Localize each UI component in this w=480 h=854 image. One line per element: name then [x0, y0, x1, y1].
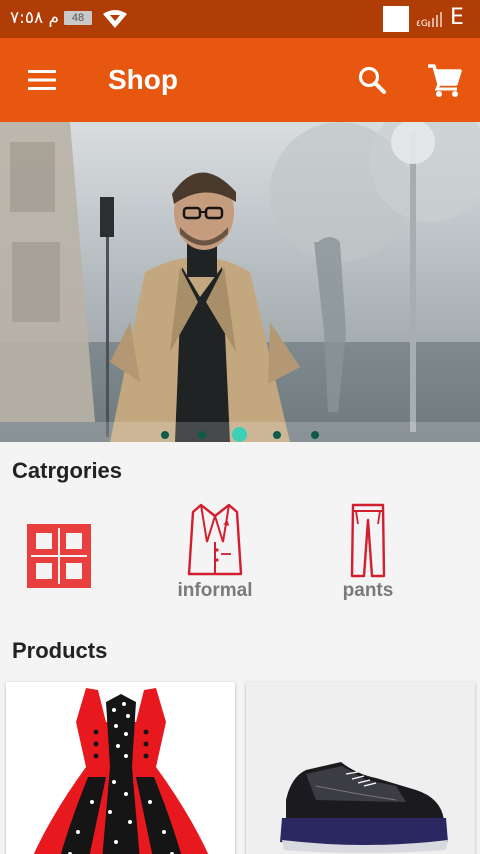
- carousel-dot-4[interactable]: [273, 431, 281, 439]
- category-label-pants: pants: [342, 580, 394, 601]
- status-time: م ٧:٥٨: [10, 8, 60, 28]
- pants-icon: [350, 503, 386, 578]
- carousel-dot-2[interactable]: [198, 431, 206, 439]
- carousel-dot-5[interactable]: [311, 431, 319, 439]
- product-card-sneaker[interactable]: [246, 682, 475, 854]
- product-card-dress[interactable]: [6, 682, 235, 854]
- products-title: Products: [12, 638, 108, 663]
- grid-icon[interactable]: [27, 524, 91, 588]
- battery-icon: 48: [64, 11, 92, 25]
- status-bar: م ٧:٥٨ 48 ٤G E: [0, 0, 480, 38]
- carousel-dot-1[interactable]: [161, 431, 169, 439]
- dress-image: [6, 682, 235, 854]
- carousel-dot-3[interactable]: [232, 427, 247, 442]
- sneaker-image: [246, 682, 475, 854]
- blazer-icon: [187, 503, 243, 576]
- wifi-icon: [103, 10, 127, 28]
- category-informal[interactable]: informal: [150, 502, 280, 612]
- app-title: Shop: [108, 64, 178, 95]
- hero-banner[interactable]: [0, 122, 480, 442]
- menu-icon[interactable]: [22, 64, 62, 96]
- cart-icon[interactable]: [424, 60, 464, 100]
- categories-title: Catrgories: [12, 458, 123, 483]
- category-pants[interactable]: pants: [318, 502, 418, 612]
- category-label-informal: informal: [177, 580, 253, 601]
- app-bar: Shop: [0, 38, 480, 122]
- network-type: E: [450, 5, 464, 30]
- carousel-indicator: [0, 427, 480, 443]
- signal-icon: ٤G: [416, 12, 442, 28]
- notification-icon: [383, 6, 409, 32]
- search-icon[interactable]: [354, 62, 390, 98]
- banner-image: [0, 122, 480, 442]
- signal-label: ٤G: [416, 19, 428, 28]
